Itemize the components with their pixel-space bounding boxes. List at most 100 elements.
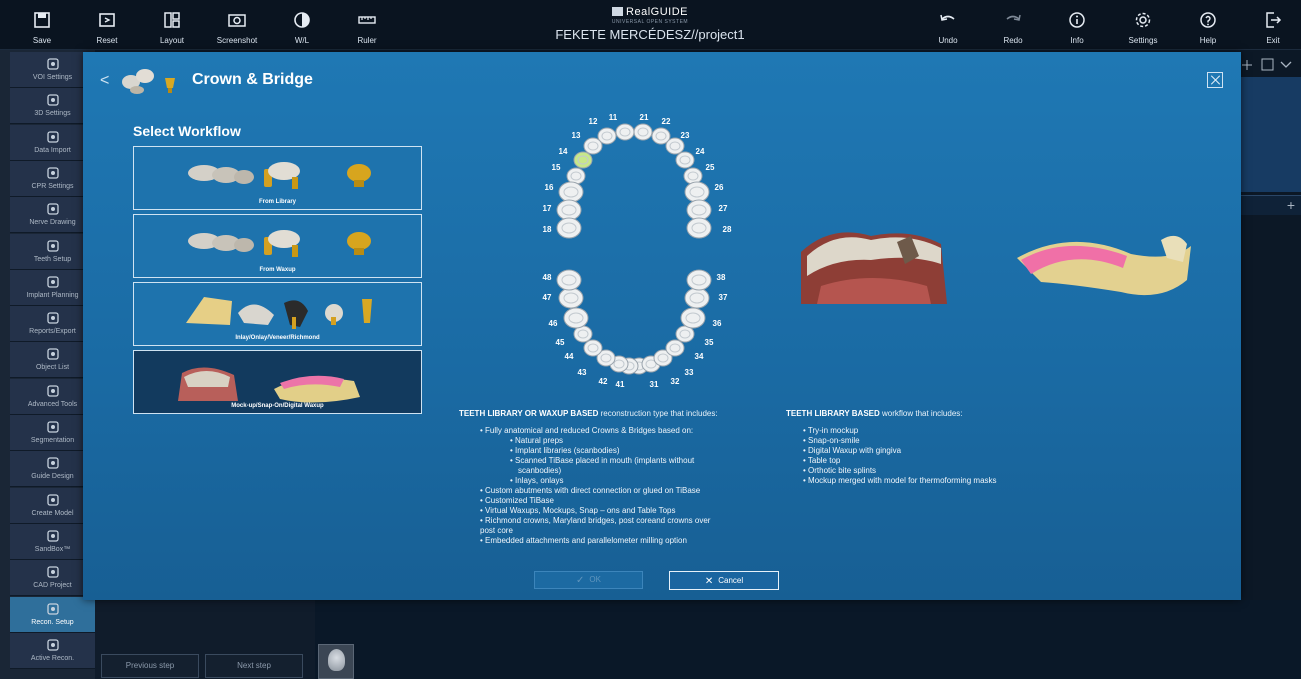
- next-step-button[interactable]: Next step: [205, 654, 303, 678]
- screenshot-button[interactable]: Screenshot: [207, 0, 267, 50]
- layout-label: Layout: [159, 36, 185, 45]
- add-icon[interactable]: +: [1287, 197, 1295, 213]
- teeth-chart: 11 12 13 14 15 16 17 18 21 22 23 2425 26 27 28 31 32 3334…: [543, 114, 732, 389]
- nerve-icon: [45, 201, 61, 217]
- tooth-number-33: 33: [685, 368, 694, 377]
- feature-line: • Try-in mockup: [803, 426, 859, 435]
- workflow-inlay-onlay-veneer-richmond[interactable]: Inlay/Onlay/Veneer/Richmond: [133, 282, 422, 346]
- redo-icon: [1006, 14, 1021, 21]
- tooth-44[interactable]: [583, 339, 603, 357]
- tooth-46[interactable]: [563, 307, 589, 329]
- tooth-21[interactable]: [633, 123, 653, 141]
- save-button[interactable]: Save: [12, 0, 72, 50]
- tooth-36[interactable]: [680, 307, 706, 329]
- tooth-number-48: 48: [543, 273, 552, 282]
- back-button[interactable]: <: [100, 72, 109, 90]
- workflow-from-library[interactable]: From Library: [133, 146, 422, 210]
- undo-label: Undo: [938, 36, 958, 45]
- tooth-number-44: 44: [565, 352, 574, 361]
- feature-line: • Embedded attachments and parallelomete…: [480, 536, 687, 545]
- tooth-number-43: 43: [578, 368, 587, 377]
- tooth-number-21: 21: [640, 114, 649, 122]
- brand-tagline: UNIVERSAL OPEN SYSTEM: [611, 19, 689, 25]
- tooth-number-46: 46: [549, 319, 558, 328]
- ruler-icon: [358, 16, 376, 24]
- camera-icon: [228, 14, 246, 27]
- tooth-number-38: 38: [717, 273, 726, 282]
- tooth-28[interactable]: [686, 217, 712, 239]
- feature-line: • Customized TiBase: [480, 496, 554, 505]
- cancel-button[interactable]: ✕ Cancel: [669, 571, 779, 590]
- feature-line: • Scanned TiBase placed in mouth (implan…: [510, 456, 695, 465]
- ruler-button[interactable]: Ruler: [337, 0, 397, 50]
- feature-line: • Orthotic bite splints: [803, 466, 877, 475]
- right-feature-list: • Try-in mockup • Snap-on-smile • Digital …: [803, 426, 1103, 486]
- tooth-number-15: 15: [552, 163, 561, 172]
- chevron-down-icon: [1280, 61, 1292, 68]
- top-toolbar: Save Reset Layout Screenshot W/L Ruler R…: [0, 0, 1301, 50]
- digital-waxup-image: [1017, 235, 1191, 296]
- contrast-icon: [294, 12, 310, 28]
- tooth-11[interactable]: [615, 123, 635, 141]
- tooth-16[interactable]: [558, 181, 584, 203]
- tooth-25[interactable]: [683, 167, 703, 185]
- workflow-mockup-snapon-digital-waxup[interactable]: Mock-up/Snap-On/Digital Waxup: [133, 350, 422, 414]
- settings-button[interactable]: Settings: [1113, 0, 1173, 50]
- feature-line: • Implant libraries (scanbodies): [510, 446, 620, 455]
- info-button[interactable]: Info: [1047, 0, 1107, 50]
- head-thumbnail[interactable]: [318, 644, 354, 679]
- tooth-23[interactable]: [665, 137, 685, 155]
- tooth-14[interactable]: [573, 151, 593, 169]
- crown-bridge-icon: [122, 69, 175, 94]
- implant-icon: [45, 274, 61, 290]
- sidebar-item-recon-setup[interactable]: Recon. Setup: [10, 596, 95, 633]
- tooth-number-28: 28: [723, 225, 732, 234]
- active-recon-icon: [45, 637, 61, 653]
- tooth-18[interactable]: [556, 217, 582, 239]
- help-button[interactable]: Help: [1178, 0, 1238, 50]
- tooth-47[interactable]: [558, 287, 584, 309]
- tooth-17[interactable]: [556, 199, 582, 221]
- feature-line: • Fully anatomical and reduced Crowns & …: [480, 426, 694, 435]
- tooth-number-18: 18: [543, 225, 552, 234]
- sidebar-item-active-recon[interactable]: Active Recon.: [10, 632, 95, 669]
- tooth-number-13: 13: [572, 131, 581, 140]
- workflow-from-waxup[interactable]: From Waxup: [133, 214, 422, 278]
- window-level-button[interactable]: W/L: [272, 0, 332, 50]
- right-description-rest: workflow that includes:: [879, 409, 963, 418]
- right-description-bold: TEETH LIBRARY BASED: [786, 409, 880, 418]
- redo-button[interactable]: Redo: [983, 0, 1043, 50]
- tooth-37[interactable]: [684, 287, 710, 309]
- tooth-34[interactable]: [665, 339, 685, 357]
- viewport-area: [315, 600, 1301, 679]
- segmentation-icon: [45, 419, 61, 435]
- tooth-48[interactable]: [556, 269, 582, 291]
- tooth-number-32: 32: [671, 377, 680, 386]
- reset-button[interactable]: Reset: [77, 0, 137, 50]
- head-gear-icon: [45, 383, 61, 399]
- sidebar-item-label: Recon. Setup: [31, 618, 74, 626]
- layout-button[interactable]: Layout: [142, 0, 202, 50]
- tooth-13[interactable]: [583, 137, 603, 155]
- tooth-27[interactable]: [686, 199, 712, 221]
- tooth-38[interactable]: [686, 269, 712, 291]
- feature-line: • Snap-on-smile: [803, 436, 860, 445]
- feature-line: • Natural preps: [510, 436, 564, 445]
- feature-line: • Virtual Waxups, Mockups, Snap – ons an…: [480, 506, 676, 515]
- undo-icon: [940, 14, 955, 21]
- tooth-icon: [45, 238, 61, 254]
- undo-button[interactable]: Undo: [918, 0, 978, 50]
- exit-button[interactable]: Exit: [1243, 0, 1301, 50]
- workflow-label: From Waxup: [259, 267, 296, 273]
- close-icon[interactable]: [1207, 72, 1223, 88]
- tooth-number-24: 24: [696, 147, 705, 156]
- app-window: Save Reset Layout Screenshot W/L Ruler R…: [0, 0, 1301, 679]
- arch-curve-icon: [45, 165, 61, 181]
- tooth-24[interactable]: [675, 151, 695, 169]
- ok-button[interactable]: ✓ OK: [534, 571, 643, 589]
- tooth-26[interactable]: [684, 181, 710, 203]
- tooth-number-36: 36: [713, 319, 722, 328]
- check-icon: ✓: [576, 575, 585, 586]
- list-icon: [45, 346, 61, 362]
- previous-step-button[interactable]: Previous step: [101, 654, 199, 678]
